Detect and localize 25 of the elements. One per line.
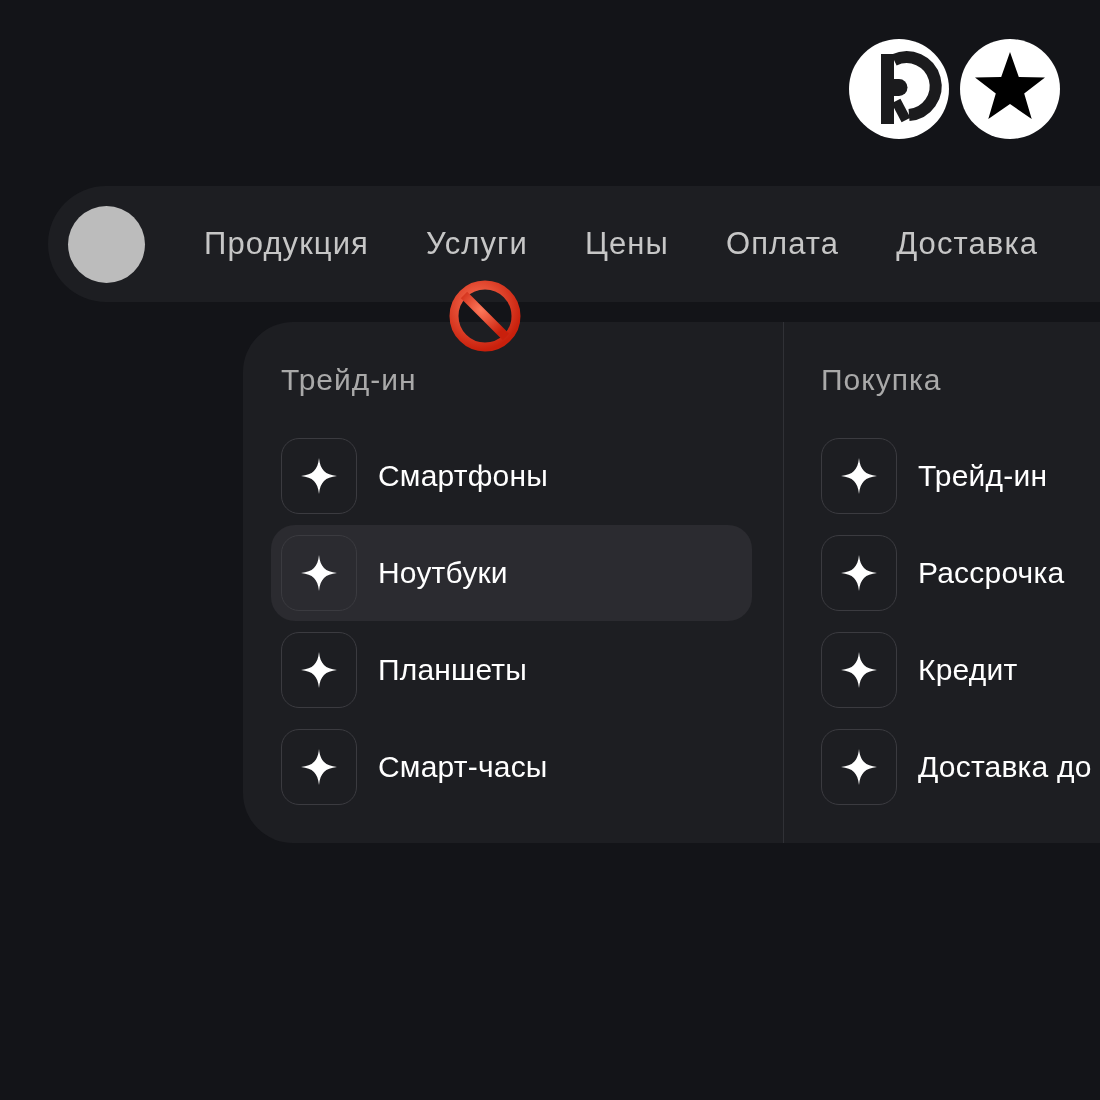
menu-item[interactable]: Смарт-часы bbox=[271, 719, 752, 815]
prohibited-icon bbox=[449, 280, 521, 352]
menu-item[interactable]: Трейд-ин bbox=[811, 428, 1100, 524]
sparkle-icon bbox=[821, 632, 897, 708]
sparkle-icon bbox=[281, 438, 357, 514]
logo-icon bbox=[849, 39, 949, 139]
sparkle-icon bbox=[281, 535, 357, 611]
sparkle-icon bbox=[281, 632, 357, 708]
sparkle-icon bbox=[821, 729, 897, 805]
menu-item[interactable]: Планшеты bbox=[271, 622, 752, 718]
column-heading: Трейд-ин bbox=[281, 362, 418, 398]
menu-item[interactable]: Смартфоны bbox=[271, 428, 752, 524]
sparkle-icon bbox=[821, 535, 897, 611]
menu-item[interactable]: Ноутбуки bbox=[271, 525, 752, 621]
sparkle-icon bbox=[821, 438, 897, 514]
sparkle-icon bbox=[281, 729, 357, 805]
nav-link[interactable]: Продукция bbox=[204, 226, 369, 262]
nav-link[interactable]: Оплата bbox=[725, 226, 840, 262]
menu-item[interactable]: Кредит bbox=[811, 622, 1100, 718]
menu-item[interactable]: Рассрочка bbox=[811, 525, 1100, 621]
nav-link[interactable]: Доставка bbox=[896, 226, 1039, 262]
menu-item[interactable]: Доставка до bbox=[811, 719, 1100, 815]
column-heading: Покупка bbox=[821, 362, 943, 398]
nav-link[interactable]: Услуги bbox=[426, 226, 528, 262]
nav-link[interactable]: Цены bbox=[584, 226, 669, 262]
